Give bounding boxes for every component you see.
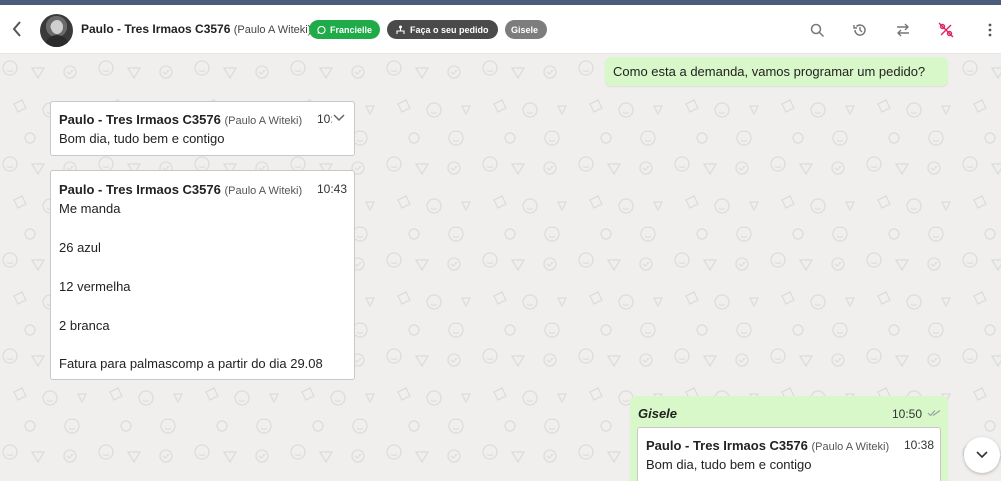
message-line: 12 vermelha (59, 279, 131, 294)
message-incoming[interactable]: Paulo - Tres Irmaos C3576 (Paulo A Witek… (50, 101, 355, 156)
tag-label: Faça o seu pedido (410, 24, 489, 35)
tag-label: Francielle (329, 24, 372, 35)
author-name: Paulo - Tres Irmaos C3576 (646, 438, 808, 453)
network-icon (396, 25, 405, 34)
chevron-down-icon[interactable] (332, 112, 346, 124)
message-incoming[interactable]: Paulo - Tres Irmaos C3576 (Paulo A Witek… (50, 170, 355, 380)
message-text: Bom dia, tudo bem e contigo (59, 131, 225, 146)
author-sub: (Paulo A Witeki) (224, 115, 303, 127)
message-line: 2 branca (59, 318, 110, 333)
history-icon[interactable] (851, 21, 869, 39)
author-name: Paulo - Tres Irmaos C3576 (59, 112, 221, 127)
author-name: Paulo - Tres Irmaos C3576 (59, 182, 221, 197)
more-vertical-icon[interactable] (981, 21, 999, 39)
contact-name-main: Paulo - Tres Irmaos C3576 (81, 22, 231, 36)
contact-name[interactable]: Paulo - Tres Irmaos C3576 (Paulo A Witek… (81, 22, 311, 36)
message-author: Paulo - Tres Irmaos C3576 (Paulo A Witek… (59, 112, 302, 127)
author-sub: (Paulo A Witeki) (811, 441, 890, 453)
message-outgoing[interactable]: Gisele 10:50 Paulo - Tres Irmaos C3576 (… (630, 396, 948, 481)
transfer-icon[interactable] (894, 21, 912, 39)
whatsapp-icon (317, 25, 326, 34)
chevron-down-icon (976, 451, 988, 459)
message-time: 10:50 (892, 407, 923, 421)
contact-name-sub: (Paulo A Witeki) (233, 24, 312, 36)
search-icon[interactable] (808, 21, 826, 39)
message-line: Fatura para palmascomp a partir do dia 2… (59, 356, 323, 371)
message-line: Me manda (59, 201, 121, 216)
back-arrow-icon[interactable] (8, 18, 26, 40)
tag-francielle[interactable]: Francielle (309, 20, 380, 39)
quoted-text: Bom dia, tudo bem e contigo (646, 457, 812, 472)
chat-header: Paulo - Tres Irmaos C3576 (Paulo A Witek… (0, 5, 1001, 54)
message-text: Como esta a demanda, vamos programar um … (613, 64, 926, 79)
quoted-author: Paulo - Tres Irmaos C3576 (Paulo A Witek… (646, 438, 889, 453)
message-line: 26 azul (59, 240, 101, 255)
quoted-message[interactable]: Paulo - Tres Irmaos C3576 (Paulo A Witek… (637, 427, 941, 481)
message-author: Paulo - Tres Irmaos C3576 (Paulo A Witek… (59, 182, 302, 197)
double-check-icon (927, 410, 941, 417)
scroll-to-bottom-button[interactable] (964, 437, 1000, 473)
message-author: Gisele (638, 406, 678, 421)
chat-area[interactable]: Como esta a demanda, vamos programar um … (0, 54, 1001, 481)
percent-off-icon[interactable] (937, 21, 955, 39)
tag-gisele[interactable]: Gisele (505, 20, 547, 39)
avatar[interactable] (40, 14, 73, 47)
quoted-time: 10:38 (904, 438, 935, 452)
author-sub: (Paulo A Witeki) (224, 185, 303, 197)
tag-label: Gisele (511, 24, 539, 35)
message-time: 10:43 (317, 182, 348, 196)
message-outgoing[interactable]: Como esta a demanda, vamos programar um … (605, 57, 948, 86)
tag-faca-pedido[interactable]: Faça o seu pedido (387, 20, 498, 39)
